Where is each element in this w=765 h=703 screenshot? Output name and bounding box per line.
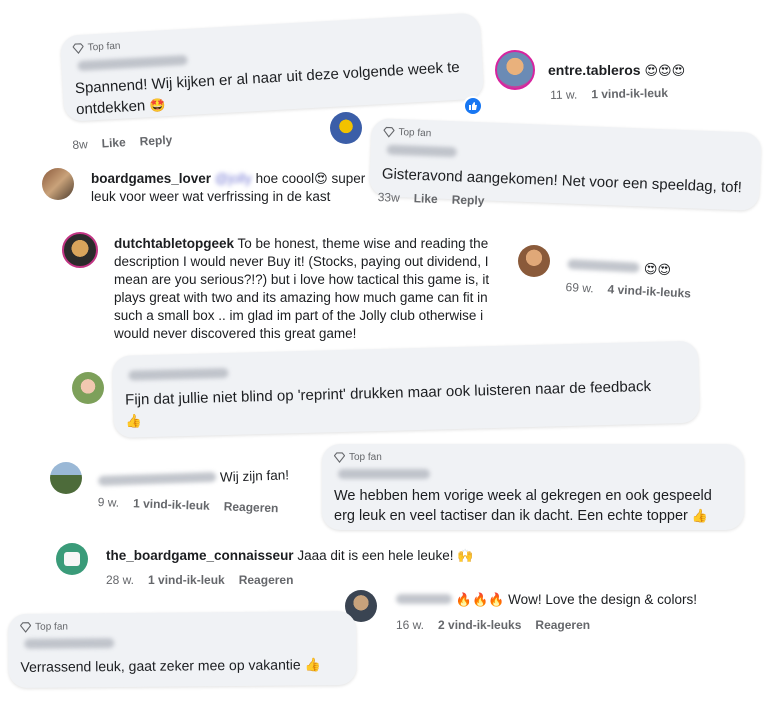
- avatar[interactable]: [330, 112, 362, 144]
- comment-bubble-spannend: Top fan Spannend! Wij kijken er al naar …: [60, 12, 485, 122]
- like-count[interactable]: 4 vind-ik-leuks: [607, 282, 691, 300]
- comment-boardgame-connaisseur: the_boardgame_connaisseur Jaaa dit is ee…: [106, 548, 473, 564]
- avatar[interactable]: [50, 462, 82, 494]
- author-name[interactable]: dutchtabletopgeek: [114, 236, 234, 251]
- reply-link[interactable]: Reageren: [535, 618, 590, 632]
- author-name[interactable]: entre.tableros: [548, 62, 641, 78]
- comment-text: Wij zijn fan!: [219, 467, 290, 485]
- author-name[interactable]: boardgames_lover: [91, 171, 211, 186]
- reply-link[interactable]: Reply: [451, 193, 484, 208]
- avatar[interactable]: [42, 168, 74, 200]
- like-count[interactable]: 1 vind-ik-leuk: [133, 496, 210, 513]
- like-reaction-badge: [465, 98, 481, 114]
- mention-blurred[interactable]: @jolly: [215, 171, 252, 186]
- comment-meta: 69 w. 4 vind-ik-leuks: [565, 280, 691, 301]
- diamond-icon: [383, 126, 395, 138]
- comment-text: Jaaa dit is een hele leuke!: [297, 548, 454, 563]
- author-name[interactable]: the_boardgame_connaisseur: [106, 548, 294, 563]
- comment-wow-love: 🔥🔥🔥 Wow! Love the design & colors!: [396, 592, 697, 608]
- comment-boardgames-lover: boardgames_lover @jolly hoe coool😍 super…: [91, 170, 366, 206]
- comment-blurred-author: 😍😍: [567, 256, 671, 279]
- blurred-author-name: [386, 144, 457, 158]
- comment-bubble-we-hebben: Top fan We hebben hem vorige week al gek…: [322, 444, 744, 530]
- comment-time: 8w: [72, 137, 89, 152]
- avatar[interactable]: [518, 245, 550, 277]
- blurred-author-name: [77, 54, 188, 72]
- blurred-author-name: [567, 258, 640, 273]
- like-link[interactable]: Like: [414, 191, 438, 206]
- thumbs-up-emoji: 👍: [304, 657, 321, 673]
- heart-eyes-emoji: 😍: [314, 171, 328, 186]
- comment-time: 11 w.: [550, 87, 578, 102]
- like-count[interactable]: 1 vind-ik-leuk: [591, 86, 668, 101]
- comment-meta: 8w Like Reply: [72, 133, 173, 152]
- avatar[interactable]: [72, 372, 104, 404]
- comment-time: 9 w.: [97, 495, 120, 510]
- reply-link[interactable]: Reageren: [239, 573, 294, 587]
- avatar[interactable]: [62, 232, 98, 268]
- diamond-icon: [334, 452, 345, 463]
- comment-bubble-verrassend: Top fan Verrassend leuk, gaat zeker mee …: [8, 610, 357, 688]
- reply-link[interactable]: Reply: [139, 133, 172, 149]
- thumbs-up-emoji: 👍: [691, 508, 709, 523]
- top-fan-badge: Top fan: [334, 452, 732, 463]
- comment-dutchtabletopgeek: dutchtabletopgeek To be honest, theme wi…: [114, 235, 504, 343]
- comment-time: 69 w.: [565, 280, 594, 296]
- thumbs-up-emoji: 👍: [125, 413, 143, 429]
- avatar[interactable]: [56, 543, 88, 575]
- blurred-author-name: [338, 469, 430, 479]
- comment-text: We hebben hem vorige week al gekregen en…: [334, 488, 712, 524]
- avatar[interactable]: [495, 50, 535, 90]
- comment-meta: 11 w. 1 vind-ik-leuk: [550, 86, 668, 102]
- blurred-author-name: [98, 471, 217, 486]
- comment-time: 16 w.: [396, 618, 425, 632]
- thumbs-up-icon: [469, 102, 477, 110]
- raising-hands-emoji: 🙌: [457, 548, 474, 563]
- blurred-author-name: [128, 367, 229, 381]
- blurred-author-name: [396, 594, 452, 604]
- comment-text: To be honest, theme wise and reading the…: [114, 236, 490, 341]
- comment-time: 28 w.: [106, 573, 135, 587]
- diamond-icon: [72, 43, 84, 54]
- heart-eyes-emoji: 😍😍😍: [644, 63, 686, 78]
- comment-text: Verrassend leuk, gaat zeker mee op vakan…: [20, 656, 301, 675]
- reply-link[interactable]: Reageren: [223, 499, 278, 515]
- fire-emoji: 🔥🔥🔥: [455, 592, 505, 607]
- comment-meta: 28 w. 1 vind-ik-leuk Reageren: [106, 573, 293, 587]
- heart-eyes-emoji: 😍😍: [643, 260, 672, 278]
- blurred-author-name: [24, 638, 115, 649]
- comment-meta: 9 w. 1 vind-ik-leuk Reageren: [98, 495, 279, 515]
- top-fan-badge: Top fan: [20, 619, 344, 633]
- comment-time: 33w: [377, 190, 401, 205]
- comment-meta: 33w Like Reply: [378, 190, 485, 208]
- comment-entre-tableros: entre.tableros 😍😍😍: [548, 62, 685, 79]
- comment-text: Wow! Love the design & colors!: [508, 592, 697, 607]
- comment-text: hoe coool: [255, 171, 315, 186]
- like-count[interactable]: 2 vind-ik-leuks: [438, 618, 521, 632]
- comment-meta: 16 w. 2 vind-ik-leuks Reageren: [396, 618, 590, 632]
- diamond-icon: [20, 622, 32, 633]
- star-struck-emoji: 🤩: [149, 97, 167, 114]
- comment-bubble-fijn: Fijn dat jullie niet blind op 'reprint' …: [112, 340, 700, 438]
- comment-wij-zijn-fan: Wij zijn fan!: [98, 467, 289, 489]
- like-link[interactable]: Like: [101, 135, 126, 150]
- like-count[interactable]: 1 vind-ik-leuk: [148, 573, 225, 587]
